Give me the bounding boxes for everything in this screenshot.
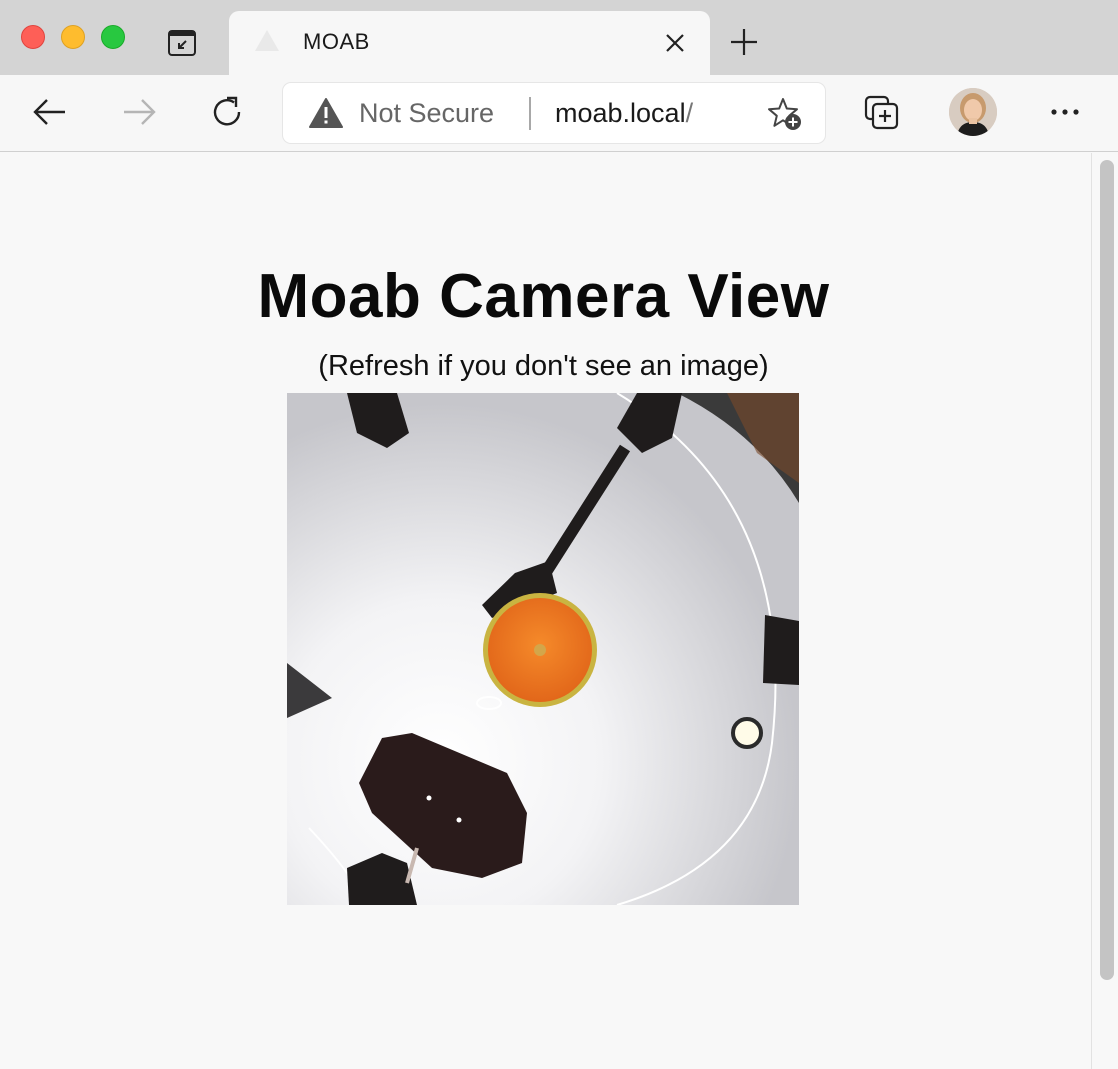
more-icon [1051,109,1079,115]
collections-button[interactable] [861,93,901,133]
back-button[interactable] [30,92,70,132]
camera-image [287,393,799,905]
active-tab[interactable]: MOAB [229,11,710,75]
url-host: moab.local [555,98,686,128]
tab-title: MOAB [303,29,370,54]
profile-avatar[interactable] [949,88,997,136]
more-button[interactable] [1045,100,1085,124]
reload-button[interactable] [207,92,247,132]
star-plus-icon [768,98,801,130]
reload-icon [213,96,241,126]
forward-button[interactable] [119,92,159,132]
new-tab-button[interactable] [728,26,760,58]
tab-favicon-icon [253,27,281,55]
minimize-window-button[interactable] [61,25,85,49]
browser-window: MOAB Not Secure moab.local/ Moab Camera … [0,0,1118,1069]
url-path: / [685,98,694,128]
zoom-window-button[interactable] [101,25,125,49]
back-arrow-icon [33,99,65,125]
page-subtitle: (Refresh if you don't see an image) [318,350,769,382]
scrollbar[interactable] [1091,153,1118,1069]
security-label[interactable]: Not Secure [359,98,494,129]
url-text[interactable]: moab.local/ [555,98,693,129]
warning-icon[interactable] [309,97,343,129]
tab-actions-icon[interactable] [166,27,198,59]
close-window-button[interactable] [21,25,45,49]
address-divider [529,97,531,130]
scrollbar-thumb[interactable] [1100,160,1114,980]
tab-strip: MOAB [0,0,1118,75]
close-icon[interactable] [663,31,687,55]
navigation-toolbar: Not Secure moab.local/ [0,75,1118,152]
page-title: Moab Camera View [257,262,830,331]
page-content: Moab Camera View (Refresh if you don't s… [0,153,1091,1069]
add-favorite-button[interactable] [767,96,803,132]
avatar [949,88,997,136]
address-bar[interactable]: Not Secure moab.local/ [283,83,825,143]
plus-icon [731,29,757,55]
forward-arrow-icon [124,99,156,125]
collections-icon [864,95,899,130]
